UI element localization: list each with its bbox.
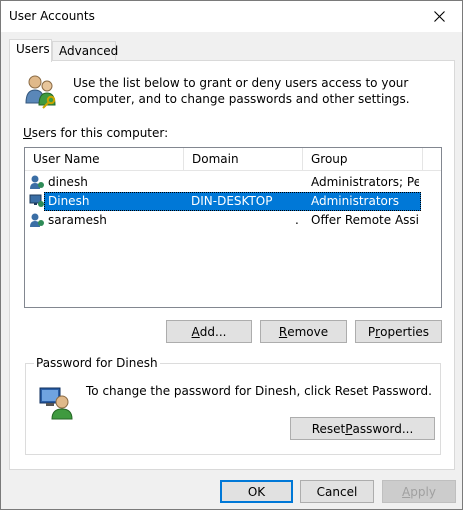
remove-user-button[interactable]: Remove (260, 320, 347, 343)
reset-password-button[interactable]: Reset Password... (290, 417, 435, 440)
tab-advanced[interactable]: Advanced (52, 41, 119, 61)
cancel-button[interactable]: Cancel (300, 480, 374, 503)
row-domain: DIN-DESKTOP (191, 194, 273, 208)
column-header-group[interactable]: Group (303, 148, 423, 171)
window-title: User Accounts (9, 9, 95, 23)
row-user-name: saramesh (48, 213, 107, 227)
password-group: Password for Dinesh To change the passwo… (25, 356, 441, 455)
list-row-dinesh[interactable]: dinesh Administrators; Pe... (25, 173, 441, 192)
password-instructions: To change the password for Dinesh, click… (86, 384, 432, 398)
column-header-domain[interactable]: Domain (184, 148, 303, 171)
apply-button[interactable]: Apply (382, 480, 456, 503)
tab-users[interactable]: Users (9, 39, 52, 62)
ok-button[interactable]: OK (220, 480, 293, 503)
close-icon (433, 11, 445, 22)
row-group: Administrators (311, 194, 400, 208)
users-tab-panel: Use the list below to grant or deny user… (9, 60, 455, 470)
row-group: Administrators; Pe... (311, 175, 419, 189)
list-header: User Name Domain Group (25, 148, 441, 171)
intro-text: Use the list below to grant or deny user… (73, 76, 410, 106)
add-user-button[interactable]: Add... (166, 320, 252, 343)
close-button[interactable] (416, 1, 462, 32)
tab-users-label: Users (16, 42, 50, 56)
list-row-saramesh[interactable]: saramesh . Offer Remote Assi... (25, 211, 441, 230)
password-group-title: Password for Dinesh (34, 356, 160, 370)
user-icon (30, 213, 44, 227)
list-row-dinesh-selected[interactable]: Dinesh DIN-DESKTOP Administrators (25, 192, 441, 211)
password-user-icon (39, 387, 73, 420)
column-header-user-name[interactable]: User Name (25, 148, 184, 171)
row-group: Offer Remote Assi... (311, 213, 419, 227)
user-accounts-window: User Accounts Users Advanced Use the lis… (0, 0, 463, 510)
users-keys-icon (25, 75, 56, 109)
properties-button[interactable]: Pr operties (355, 320, 442, 343)
user-icon (29, 194, 44, 207)
user-icon (30, 175, 44, 189)
row-user-name: Dinesh (48, 194, 90, 208)
title-bar[interactable]: User Accounts (1, 1, 462, 32)
row-user-name: dinesh (48, 175, 88, 189)
tab-advanced-label: Advanced (59, 44, 119, 58)
users-for-computer-label: Users for this computer: (23, 126, 169, 140)
tab-strip: Users Advanced (9, 39, 454, 62)
users-list[interactable]: User Name Domain Group dinesh Administra… (24, 147, 442, 308)
